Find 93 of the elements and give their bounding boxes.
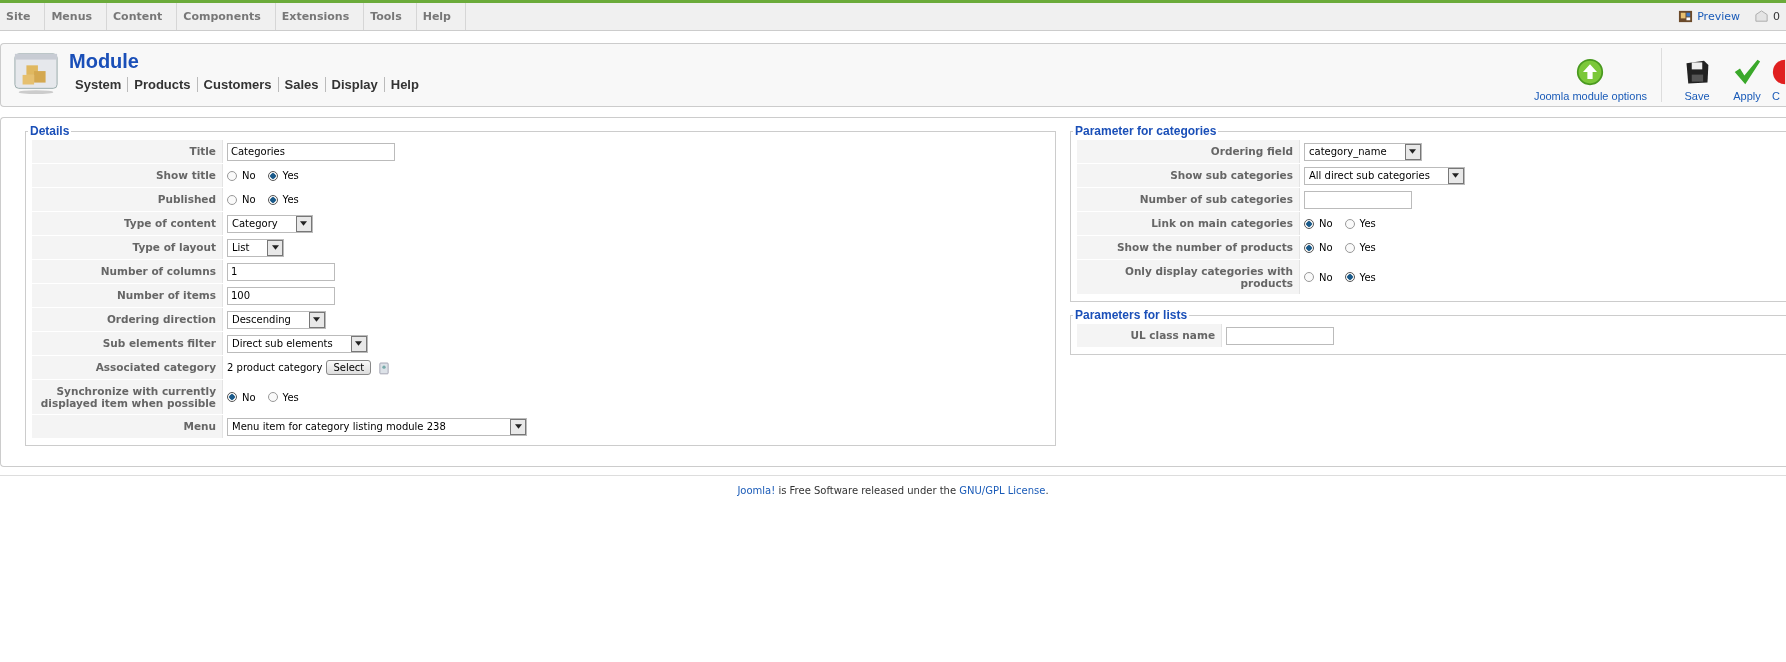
radio-button[interactable] xyxy=(1344,272,1355,282)
field-label: Ordering direction xyxy=(32,308,223,331)
panel-legend: Parameter for categories xyxy=(1073,124,1219,138)
radio-button[interactable] xyxy=(1304,272,1314,282)
field-label: Show title xyxy=(32,164,223,187)
page-title: Module xyxy=(69,50,140,73)
radio-button[interactable] xyxy=(267,392,278,402)
field-label: Show sub categories xyxy=(1077,164,1300,187)
field-label: Type of layout xyxy=(32,236,223,259)
menu-item[interactable]: Help xyxy=(416,3,466,30)
option-label: No xyxy=(1319,242,1333,253)
menu-item[interactable]: Site xyxy=(0,3,46,30)
field-label: Ordering field xyxy=(1077,140,1300,163)
caret-icon xyxy=(1409,149,1417,154)
field-label: Sub elements filter xyxy=(32,332,223,355)
caret-icon xyxy=(1452,173,1460,178)
submenu-link[interactable]: Help xyxy=(383,77,425,92)
field-label: Menu xyxy=(32,415,223,438)
submenu-link[interactable]: Products xyxy=(127,77,197,92)
submenu-link[interactable]: Display xyxy=(324,77,384,92)
dropdown[interactable]: Direct sub elements xyxy=(227,334,368,353)
option-label: No xyxy=(242,391,256,403)
checkmark-icon xyxy=(1733,58,1761,86)
menu-item[interactable]: Content xyxy=(107,3,178,30)
option-label: No xyxy=(242,194,256,205)
radio-button[interactable] xyxy=(227,194,237,205)
category-value: 2 product category xyxy=(227,362,323,373)
panel-legend: Parameters for lists xyxy=(1073,308,1190,322)
field-label: Synchronize with currently displayed item when possible xyxy=(32,380,223,414)
menu-item[interactable]: Extensions xyxy=(275,3,365,30)
option-label: No xyxy=(242,170,256,181)
caret-icon xyxy=(514,424,522,429)
dropdown[interactable]: Category xyxy=(227,214,313,233)
preview-link[interactable]: Preview xyxy=(1697,10,1740,23)
preview-icon[interactable] xyxy=(1678,9,1694,24)
field-label: Only display categories with products xyxy=(1077,260,1300,294)
options-button[interactable]: Joomla module options xyxy=(1519,48,1662,102)
menu-item[interactable]: Components xyxy=(177,3,276,30)
dropdown[interactable]: List xyxy=(227,238,285,257)
dropdown[interactable]: All direct sub categories xyxy=(1304,166,1465,185)
option-label: Yes xyxy=(282,170,299,181)
trash-icon[interactable] xyxy=(379,360,390,375)
option-label: Yes xyxy=(1359,218,1376,229)
option-label: Yes xyxy=(1359,242,1376,253)
save-button[interactable]: Save xyxy=(1672,48,1722,102)
radio-button[interactable] xyxy=(1304,242,1314,253)
caret-icon xyxy=(300,221,308,226)
cancel-button[interactable]: C xyxy=(1772,48,1786,102)
dropdown[interactable]: Descending xyxy=(227,310,326,329)
footer-link[interactable]: Joomla! xyxy=(737,485,776,496)
field-label: Published xyxy=(32,188,223,211)
text-field[interactable] xyxy=(1226,326,1334,345)
radio-button[interactable] xyxy=(1344,218,1355,229)
submenu-link[interactable]: System xyxy=(69,77,128,92)
option-label: No xyxy=(1319,218,1333,229)
field-label: Number of items xyxy=(32,284,223,307)
option-label: Yes xyxy=(1359,271,1376,283)
radio-button[interactable] xyxy=(227,170,237,181)
text-field[interactable]: Categories xyxy=(227,142,395,161)
option-label: Yes xyxy=(282,194,299,205)
option-label: Yes xyxy=(282,391,299,403)
text-field[interactable] xyxy=(1304,190,1412,209)
option-label: No xyxy=(1319,271,1333,283)
caret-icon xyxy=(313,317,321,322)
message-count: 0 xyxy=(1773,10,1780,23)
field-label: Type of content xyxy=(32,212,223,235)
field-label: Show the number of products xyxy=(1077,236,1300,259)
select-button[interactable]: Select xyxy=(326,360,372,375)
footer-text: Joomla! is Free Software released under the GNU/GPL License. xyxy=(737,485,1049,496)
field-label: Number of sub categories xyxy=(1077,188,1300,211)
text-field[interactable]: 100 xyxy=(227,286,335,305)
text-field[interactable]: 1 xyxy=(227,262,335,281)
radio-button[interactable] xyxy=(267,194,278,205)
submenu-link[interactable]: Customers xyxy=(196,77,278,92)
apply-button[interactable]: Apply xyxy=(1722,48,1772,102)
field-label: Associated category xyxy=(32,356,223,379)
caret-icon xyxy=(355,341,363,346)
menu-item[interactable]: Tools xyxy=(364,3,417,30)
caret-icon xyxy=(272,245,279,250)
dropdown[interactable]: Menu item for category listing module 238 xyxy=(227,417,527,436)
radio-button[interactable] xyxy=(1344,242,1355,253)
dropdown[interactable]: category_name xyxy=(1304,142,1422,161)
panel-legend: Details xyxy=(28,124,72,138)
field-label: Number of columns xyxy=(32,260,223,283)
radio-button[interactable] xyxy=(267,170,278,181)
radio-button[interactable] xyxy=(1304,218,1314,229)
submenu-link[interactable]: Sales xyxy=(277,77,325,92)
field-label: Link on main categories xyxy=(1077,212,1300,235)
menu-item[interactable]: Menus xyxy=(45,3,108,30)
field-label: UL class name xyxy=(1077,324,1222,347)
module-icon xyxy=(13,50,59,96)
field-label: Title xyxy=(32,140,223,163)
radio-button[interactable] xyxy=(227,392,237,402)
